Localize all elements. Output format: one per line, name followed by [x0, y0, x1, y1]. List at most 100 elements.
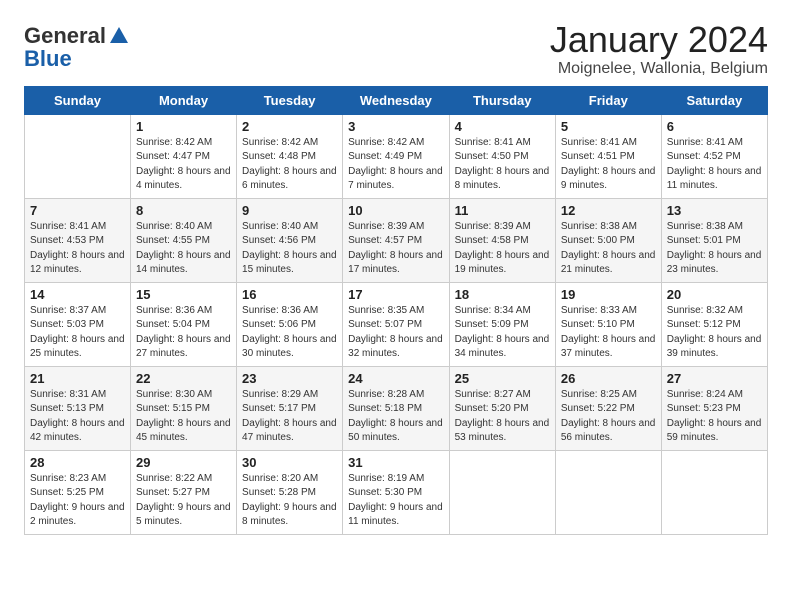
day-info: Sunrise: 8:36 AM Sunset: 5:04 PM Dayligh… [136, 304, 231, 362]
day-number: 6 [667, 119, 762, 134]
day-info: Sunrise: 8:42 AM Sunset: 4:47 PM Dayligh… [136, 136, 231, 194]
day-info: Sunrise: 8:38 AM Sunset: 5:00 PM Dayligh… [561, 220, 656, 278]
day-info: Sunrise: 8:37 AM Sunset: 5:03 PM Dayligh… [30, 304, 125, 362]
day-number: 12 [561, 203, 656, 218]
calendar-week-row: 14 Sunrise: 8:37 AM Sunset: 5:03 PM Dayli… [25, 282, 768, 366]
day-info: Sunrise: 8:41 AM Sunset: 4:51 PM Dayligh… [561, 136, 656, 194]
day-info: Sunrise: 8:41 AM Sunset: 4:52 PM Dayligh… [667, 136, 762, 194]
day-number: 30 [242, 455, 337, 470]
calendar-cell [449, 450, 555, 534]
calendar-cell: 3 Sunrise: 8:42 AM Sunset: 4:49 PM Daylig… [343, 114, 449, 198]
day-number: 17 [348, 287, 443, 302]
column-header-sunday: Sunday [25, 86, 131, 114]
day-info: Sunrise: 8:38 AM Sunset: 5:01 PM Dayligh… [667, 220, 762, 278]
day-info: Sunrise: 8:31 AM Sunset: 5:13 PM Dayligh… [30, 388, 125, 446]
calendar-cell: 31 Sunrise: 8:19 AM Sunset: 5:30 PM Dayli… [343, 450, 449, 534]
day-number: 15 [136, 287, 231, 302]
calendar-cell: 5 Sunrise: 8:41 AM Sunset: 4:51 PM Daylig… [555, 114, 661, 198]
day-number: 19 [561, 287, 656, 302]
day-number: 8 [136, 203, 231, 218]
calendar-cell: 16 Sunrise: 8:36 AM Sunset: 5:06 PM Dayli… [237, 282, 343, 366]
day-number: 14 [30, 287, 125, 302]
calendar-cell: 23Sunrise: 8:29 AM Sunset: 5:17 PM Dayli… [237, 366, 343, 450]
calendar-header-row: SundayMondayTuesdayWednesdayThursdayFrid… [25, 86, 768, 114]
column-header-monday: Monday [131, 86, 237, 114]
day-number: 27 [667, 371, 762, 386]
day-number: 31 [348, 455, 443, 470]
logo-general: General [24, 24, 106, 48]
day-info: Sunrise: 8:28 AM Sunset: 5:18 PM Dayligh… [348, 388, 443, 446]
day-info: Sunrise: 8:40 AM Sunset: 4:56 PM Dayligh… [242, 220, 337, 278]
column-header-tuesday: Tuesday [237, 86, 343, 114]
day-number: 25 [455, 371, 550, 386]
day-info: Sunrise: 8:33 AM Sunset: 5:10 PM Dayligh… [561, 304, 656, 362]
day-number: 16 [242, 287, 337, 302]
calendar-cell: 28 Sunrise: 8:23 AM Sunset: 5:25 PM Dayli… [25, 450, 131, 534]
day-info: Sunrise: 8:32 AM Sunset: 5:12 PM Dayligh… [667, 304, 762, 362]
logo-blue: Blue [24, 46, 130, 72]
calendar-cell: 24Sunrise: 8:28 AM Sunset: 5:18 PM Dayli… [343, 366, 449, 450]
day-number: 10 [348, 203, 443, 218]
day-number: 23 [242, 371, 337, 386]
calendar-cell: 1 Sunrise: 8:42 AM Sunset: 4:47 PM Daylig… [131, 114, 237, 198]
day-number: 26 [561, 371, 656, 386]
day-number: 7 [30, 203, 125, 218]
day-number: 2 [242, 119, 337, 134]
day-info: Sunrise: 8:41 AM Sunset: 4:50 PM Dayligh… [455, 136, 550, 194]
day-number: 4 [455, 119, 550, 134]
calendar-cell: 20Sunrise: 8:32 AM Sunset: 5:12 PM Dayli… [661, 282, 767, 366]
day-number: 21 [30, 371, 125, 386]
day-info: Sunrise: 8:40 AM Sunset: 4:55 PM Dayligh… [136, 220, 231, 278]
calendar-cell [25, 114, 131, 198]
day-info: Sunrise: 8:27 AM Sunset: 5:20 PM Dayligh… [455, 388, 550, 446]
calendar-cell: 19 Sunrise: 8:33 AM Sunset: 5:10 PM Dayli… [555, 282, 661, 366]
day-info: Sunrise: 8:30 AM Sunset: 5:15 PM Dayligh… [136, 388, 231, 446]
day-number: 9 [242, 203, 337, 218]
day-info: Sunrise: 8:19 AM Sunset: 5:30 PM Dayligh… [348, 472, 443, 530]
day-number: 3 [348, 119, 443, 134]
title-block: January 2024 Moignelee, Wallonia, Belgiu… [550, 20, 768, 78]
calendar-week-row: 21 Sunrise: 8:31 AM Sunset: 5:13 PM Dayli… [25, 366, 768, 450]
calendar-cell: 10 Sunrise: 8:39 AM Sunset: 4:57 PM Dayli… [343, 198, 449, 282]
day-number: 22 [136, 371, 231, 386]
calendar-cell: 15 Sunrise: 8:36 AM Sunset: 5:04 PM Dayli… [131, 282, 237, 366]
day-info: Sunrise: 8:39 AM Sunset: 4:57 PM Dayligh… [348, 220, 443, 278]
calendar-cell: 17Sunrise: 8:35 AM Sunset: 5:07 PM Dayli… [343, 282, 449, 366]
calendar-table: SundayMondayTuesdayWednesdayThursdayFrid… [24, 86, 768, 535]
calendar-cell: 30 Sunrise: 8:20 AM Sunset: 5:28 PM Dayli… [237, 450, 343, 534]
calendar-cell [555, 450, 661, 534]
calendar-cell: 14 Sunrise: 8:37 AM Sunset: 5:03 PM Dayli… [25, 282, 131, 366]
month-title: January 2024 [550, 20, 768, 60]
calendar-cell: 13Sunrise: 8:38 AM Sunset: 5:01 PM Dayli… [661, 198, 767, 282]
day-info: Sunrise: 8:41 AM Sunset: 4:53 PM Dayligh… [30, 220, 125, 278]
calendar-week-row: 7 Sunrise: 8:41 AM Sunset: 4:53 PM Daylig… [25, 198, 768, 282]
day-info: Sunrise: 8:42 AM Sunset: 4:48 PM Dayligh… [242, 136, 337, 194]
day-number: 5 [561, 119, 656, 134]
day-number: 28 [30, 455, 125, 470]
day-info: Sunrise: 8:22 AM Sunset: 5:27 PM Dayligh… [136, 472, 231, 530]
calendar-cell: 25 Sunrise: 8:27 AM Sunset: 5:20 PM Dayli… [449, 366, 555, 450]
day-info: Sunrise: 8:34 AM Sunset: 5:09 PM Dayligh… [455, 304, 550, 362]
day-number: 18 [455, 287, 550, 302]
day-info: Sunrise: 8:23 AM Sunset: 5:25 PM Dayligh… [30, 472, 125, 530]
day-number: 29 [136, 455, 231, 470]
day-info: Sunrise: 8:20 AM Sunset: 5:28 PM Dayligh… [242, 472, 337, 530]
column-header-thursday: Thursday [449, 86, 555, 114]
column-header-saturday: Saturday [661, 86, 767, 114]
calendar-week-row: 28 Sunrise: 8:23 AM Sunset: 5:25 PM Dayli… [25, 450, 768, 534]
day-info: Sunrise: 8:36 AM Sunset: 5:06 PM Dayligh… [242, 304, 337, 362]
day-info: Sunrise: 8:25 AM Sunset: 5:22 PM Dayligh… [561, 388, 656, 446]
day-number: 11 [455, 203, 550, 218]
logo-icon [108, 25, 130, 47]
page-header: General Blue January 2024 Moignelee, Wal… [24, 20, 768, 78]
calendar-cell: 29 Sunrise: 8:22 AM Sunset: 5:27 PM Dayli… [131, 450, 237, 534]
calendar-cell: 27Sunrise: 8:24 AM Sunset: 5:23 PM Dayli… [661, 366, 767, 450]
calendar-cell: 22 Sunrise: 8:30 AM Sunset: 5:15 PM Dayli… [131, 366, 237, 450]
calendar-cell: 9 Sunrise: 8:40 AM Sunset: 4:56 PM Daylig… [237, 198, 343, 282]
calendar-cell: 4 Sunrise: 8:41 AM Sunset: 4:50 PM Daylig… [449, 114, 555, 198]
location: Moignelee, Wallonia, Belgium [550, 60, 768, 78]
column-header-friday: Friday [555, 86, 661, 114]
day-number: 1 [136, 119, 231, 134]
day-info: Sunrise: 8:39 AM Sunset: 4:58 PM Dayligh… [455, 220, 550, 278]
day-info: Sunrise: 8:42 AM Sunset: 4:49 PM Dayligh… [348, 136, 443, 194]
